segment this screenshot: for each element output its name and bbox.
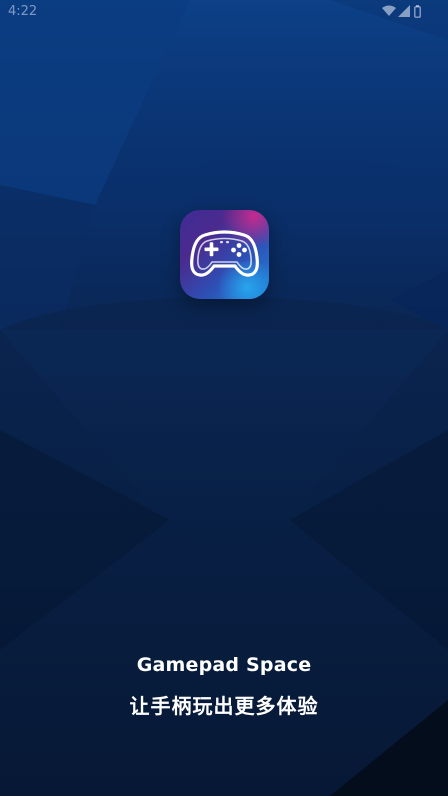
app-name: Gamepad Space — [136, 654, 312, 676]
battery-icon — [414, 5, 421, 18]
background-pattern — [0, 0, 448, 796]
app-slogan: 让手柄玩出更多体验 — [129, 694, 319, 718]
cellular-signal-icon — [398, 5, 410, 17]
status-icons — [382, 5, 422, 19]
splash-screen: 4:22 Gamepad Space 让手柄玩出更多体验 — [0, 0, 448, 796]
wifi-icon — [382, 5, 396, 16]
status-bar: 4:22 — [0, 0, 448, 24]
app-icon — [180, 210, 269, 299]
gamepad-controller-icon — [190, 230, 259, 277]
status-time: 4:22 — [8, 4, 38, 19]
